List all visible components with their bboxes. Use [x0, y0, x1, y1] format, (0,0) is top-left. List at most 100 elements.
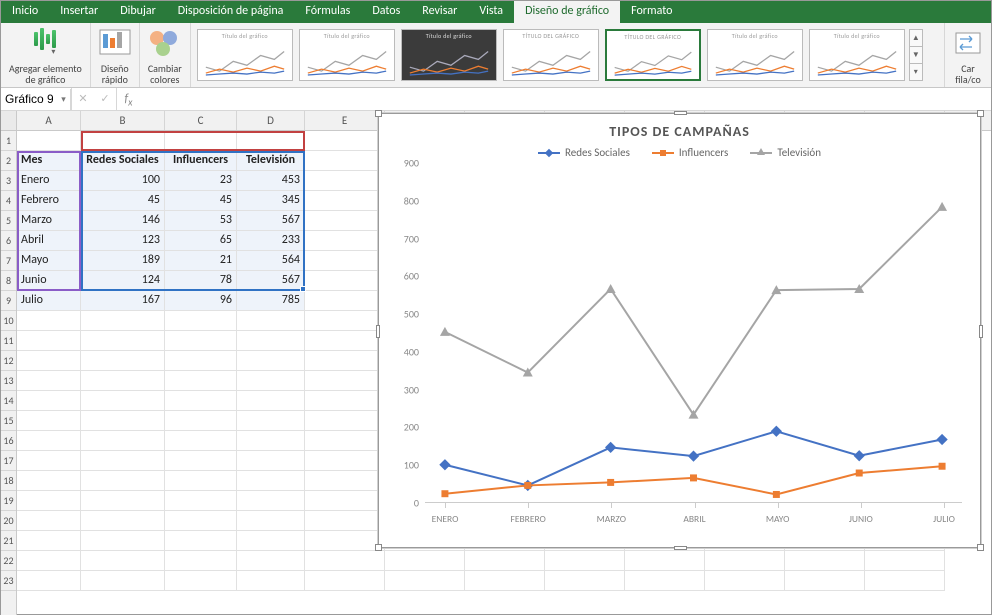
ribbon-tab-disposición-de-página[interactable]: Disposición de página — [167, 1, 295, 23]
cell[interactable] — [17, 551, 81, 571]
cell[interactable] — [465, 571, 545, 591]
cell[interactable] — [17, 311, 81, 331]
ribbon-tab-insertar[interactable]: Insertar — [49, 1, 109, 23]
cell[interactable] — [385, 551, 465, 571]
cell[interactable] — [81, 131, 165, 151]
cell[interactable]: 233 — [237, 231, 305, 251]
cell[interactable]: Enero — [17, 171, 81, 191]
chart-style-thumb[interactable]: Título del gráfico — [299, 29, 395, 81]
cell[interactable] — [17, 411, 81, 431]
cell[interactable]: 45 — [81, 191, 165, 211]
cell[interactable]: 564 — [237, 251, 305, 271]
cell[interactable]: Televisión — [237, 151, 305, 171]
cell[interactable] — [17, 131, 81, 151]
cell[interactable]: 189 — [81, 251, 165, 271]
cell[interactable] — [237, 411, 305, 431]
row-header[interactable]: 10 — [1, 311, 16, 331]
resize-handle[interactable] — [376, 325, 380, 338]
cell[interactable] — [165, 311, 237, 331]
row-header[interactable]: 15 — [1, 411, 16, 431]
cell[interactable] — [237, 331, 305, 351]
ribbon-tab-datos[interactable]: Datos — [361, 1, 411, 23]
cell[interactable]: Febrero — [17, 191, 81, 211]
cell[interactable] — [17, 431, 81, 451]
cell[interactable] — [165, 371, 237, 391]
row-header[interactable]: 8 — [1, 271, 16, 291]
cell[interactable]: 567 — [237, 211, 305, 231]
chart-style-thumb[interactable]: Título del gráfico — [707, 29, 803, 81]
cell[interactable] — [17, 371, 81, 391]
row-header[interactable]: 18 — [1, 471, 16, 491]
name-box-dropdown-icon[interactable]: ▾ — [57, 89, 71, 110]
cell[interactable] — [237, 311, 305, 331]
column-header[interactable]: A — [17, 111, 81, 130]
row-header[interactable]: 13 — [1, 371, 16, 391]
cell[interactable] — [305, 211, 385, 231]
row-header[interactable]: 5 — [1, 211, 16, 231]
cell[interactable] — [17, 391, 81, 411]
chart-plot-area[interactable]: 0100200300400500600700800900ENEROFEBRERO… — [425, 163, 962, 503]
gallery-down-icon[interactable]: ▼ — [910, 47, 922, 64]
cell[interactable] — [165, 551, 237, 571]
cell[interactable]: 45 — [165, 191, 237, 211]
cell[interactable] — [81, 371, 165, 391]
spreadsheet-grid[interactable]: 1234567891011121314151617181920212223 AB… — [1, 111, 991, 615]
cell[interactable] — [237, 351, 305, 371]
cell[interactable] — [785, 571, 865, 591]
gallery-up-icon[interactable]: ▲ — [910, 30, 922, 47]
cell[interactable] — [305, 311, 385, 331]
select-all-corner[interactable] — [1, 111, 16, 131]
cell[interactable] — [81, 351, 165, 371]
cell[interactable] — [165, 331, 237, 351]
cell[interactable]: Influencers — [165, 151, 237, 171]
row-header[interactable]: 23 — [1, 571, 16, 591]
cell[interactable] — [165, 391, 237, 411]
cell[interactable] — [705, 571, 785, 591]
cell[interactable] — [17, 531, 81, 551]
cell[interactable] — [305, 371, 385, 391]
row-header[interactable]: 12 — [1, 351, 16, 371]
cell[interactable] — [305, 151, 385, 171]
cell[interactable] — [237, 431, 305, 451]
ribbon-tab-formato[interactable]: Formato — [620, 1, 683, 23]
ribbon-tab-diseño-de-gráfico[interactable]: Diseño de gráfico — [514, 1, 620, 23]
legend-item[interactable]: Televisión — [750, 146, 821, 159]
cell[interactable] — [17, 491, 81, 511]
name-box-input[interactable] — [1, 89, 57, 110]
cell[interactable] — [165, 491, 237, 511]
cell[interactable] — [305, 571, 385, 591]
ribbon-tab-dibujar[interactable]: Dibujar — [109, 1, 167, 23]
row-header[interactable]: 1 — [1, 131, 16, 151]
cell[interactable] — [165, 411, 237, 431]
resize-handle[interactable] — [674, 111, 687, 115]
cell[interactable] — [305, 531, 385, 551]
row-header[interactable]: 4 — [1, 191, 16, 211]
column-header[interactable]: E — [305, 111, 385, 130]
embedded-chart[interactable]: TIPOS DE CAMPAÑAS Redes SocialesInfluenc… — [378, 113, 981, 548]
gallery-more-icon[interactable]: ▾ — [910, 64, 922, 80]
resize-handle[interactable] — [375, 544, 382, 551]
cell[interactable] — [305, 331, 385, 351]
cell[interactable] — [81, 431, 165, 451]
cell[interactable]: 124 — [81, 271, 165, 291]
cell[interactable] — [545, 571, 625, 591]
cell[interactable] — [237, 371, 305, 391]
cell[interactable]: 96 — [165, 291, 237, 311]
cell[interactable] — [17, 451, 81, 471]
cell[interactable] — [305, 191, 385, 211]
cell[interactable]: Mayo — [17, 251, 81, 271]
cell[interactable] — [305, 251, 385, 271]
cell[interactable]: Mes — [17, 151, 81, 171]
cell[interactable] — [81, 311, 165, 331]
resize-handle[interactable] — [977, 544, 984, 551]
cell[interactable] — [17, 511, 81, 531]
cell[interactable] — [305, 451, 385, 471]
legend-item[interactable]: Influencers — [652, 146, 728, 159]
cell[interactable] — [165, 471, 237, 491]
formula-input[interactable] — [140, 88, 991, 110]
switch-row-column-button[interactable]: Car fila/co — [944, 23, 991, 87]
cell[interactable]: 567 — [237, 271, 305, 291]
cell[interactable] — [81, 411, 165, 431]
row-header[interactable]: 6 — [1, 231, 16, 251]
chart-style-thumb[interactable]: TÍTULO DEL GRÁFICO — [503, 29, 599, 81]
